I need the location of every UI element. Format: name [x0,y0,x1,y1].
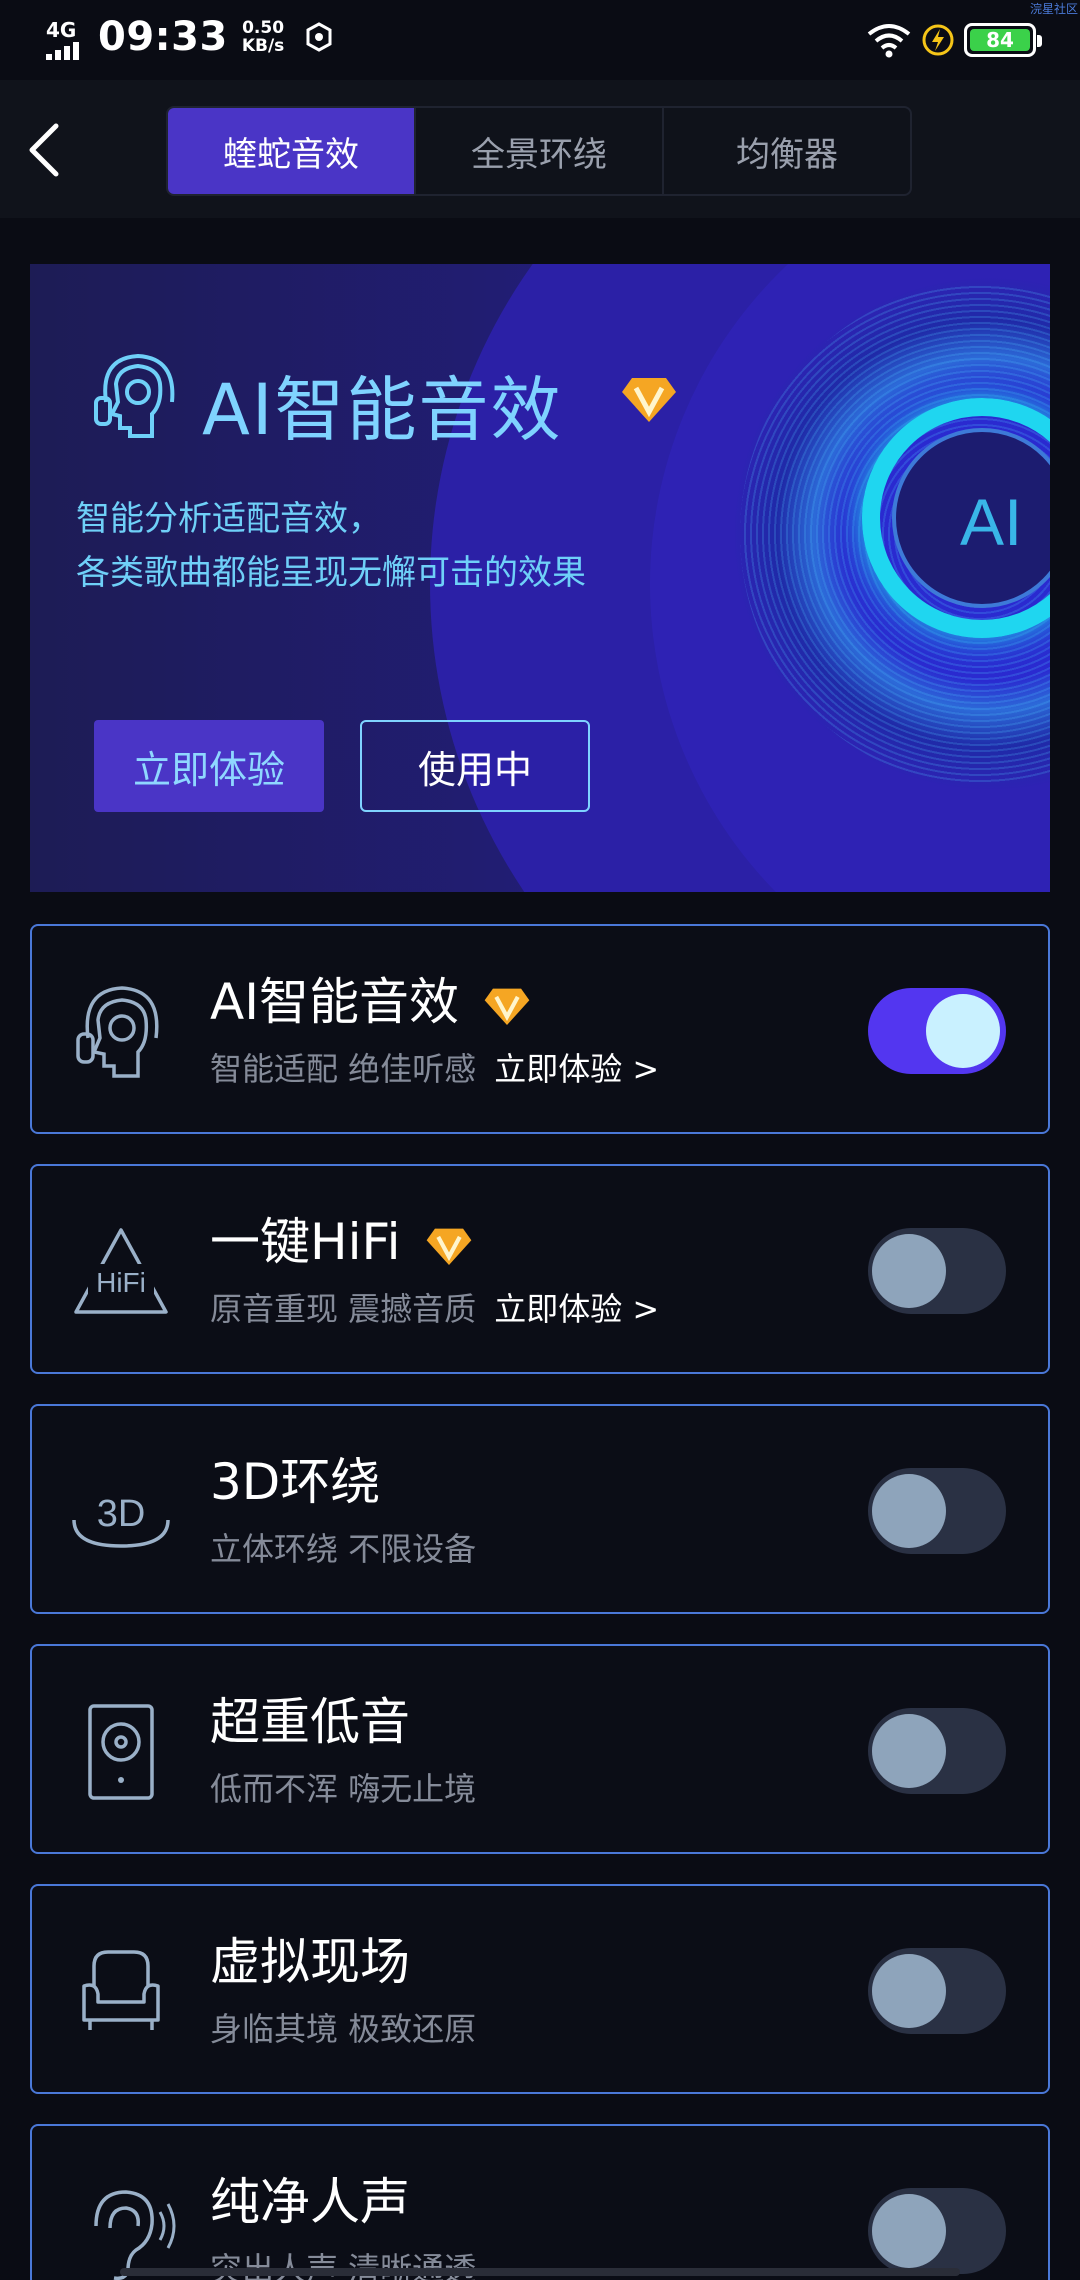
effect-card-pure-vocals[interactable]: 纯净人声 突出人声 清晰通透 [30,2124,1050,2280]
status-bar: 4G 09:33 0.50 KB/s 84 浣星社区 [0,0,1080,80]
card-title: 3D环绕 [210,1453,381,1511]
effect-card-bass[interactable]: 超重低音 低而不浑 嗨无止境 [30,1644,1050,1854]
clock: 09:33 [98,14,228,60]
card-subtitle: 低而不浑 嗨无止境 [210,1770,477,1808]
virtual-stage-toggle[interactable] [868,1948,1006,2034]
effect-card-3d[interactable]: 3D 3D环绕 立体环绕 不限设备 [30,1404,1050,1614]
card-subtitle: 立体环绕 不限设备 [210,1530,477,1568]
svg-text:3D: 3D [97,1493,146,1535]
try-now-link[interactable]: 立即体验 > [494,1050,659,1088]
ai-effect-toggle[interactable] [868,988,1006,1074]
hifi-icon: HiFi [74,1228,168,1314]
back-arrow-icon[interactable] [22,120,72,180]
banner-title: AI智能音效 [202,369,563,451]
vip-diamond-icon [484,988,530,1025]
battery-icon: 84 [964,23,1042,57]
3d-surround-toggle[interactable] [868,1468,1006,1554]
effect-card-hifi[interactable]: HiFi 一键HiFi 原音重现 震撼音质 立即体验 > [30,1164,1050,1374]
signal-icon: 4G [44,14,92,60]
try-now-button[interactable]: 立即体验 [94,720,324,812]
tab-panoramic-surround[interactable]: 全景环绕 [416,108,664,194]
speaker-icon [88,1704,154,1800]
effect-tabs: 蝰蛇音效 全景环绕 均衡器 [166,106,912,196]
card-title: 虚拟现场 [210,1933,410,1991]
effect-card-virtual-stage[interactable]: 虚拟现场 身临其境 极致还原 [30,1884,1050,2094]
effect-card-ai[interactable]: AI智能音效 智能适配 绝佳听感 立即体验 > [30,924,1050,1134]
app-notification-icon [306,22,332,52]
pure-vocals-toggle[interactable] [868,2188,1006,2274]
hifi-toggle[interactable] [868,1228,1006,1314]
3d-surround-icon: 3D [72,1493,170,1548]
header: 蝰蛇音效 全景环绕 均衡器 [0,80,1080,218]
svg-text:HiFi: HiFi [96,1267,146,1298]
network-speed: 0.50 KB/s [241,18,285,56]
armchair-icon [82,1950,160,2030]
card-subtitle: 身临其境 极致还原 [210,2010,477,2048]
charging-icon [922,24,954,56]
card-subtitle: 智能适配 绝佳听感 立即体验 > [210,1050,660,1088]
vip-diamond-icon [622,378,676,422]
vip-diamond-icon [426,1228,471,1265]
battery-level: 84 [970,29,1030,51]
card-title: AI智能音效 [210,962,531,1034]
headphones-head-icon [94,353,175,438]
card-subtitle: 原音重现 震撼音质 立即体验 > [210,1290,660,1328]
ear-icon [94,2190,176,2280]
try-now-link[interactable]: 立即体验 > [494,1290,659,1328]
card-title: 超重低音 [210,1693,410,1751]
wifi-icon [867,24,911,58]
ai-effect-banner: AI AI智能音效 智能分析适配音效， 各类歌曲都能呈现无懈可击的效果 立即体验… [30,264,1050,892]
watermark: 浣星社区 [1029,2,1078,16]
in-use-button[interactable]: 使用中 [360,720,590,812]
banner-description: 智能分析适配音效， 各类歌曲都能呈现无懈可击的效果 [76,499,586,593]
bass-toggle[interactable] [868,1708,1006,1794]
network-type: 4G [46,18,77,42]
home-indicator[interactable] [120,2268,960,2276]
tab-viper-effect[interactable]: 蝰蛇音效 [168,108,416,194]
tab-equalizer[interactable]: 均衡器 [664,108,910,194]
card-title: 一键HiFi [210,1202,473,1274]
ai-orb-label: AI [960,485,1023,559]
head-headphones-icon [76,986,159,1078]
card-title: 纯净人声 [210,2173,410,2231]
